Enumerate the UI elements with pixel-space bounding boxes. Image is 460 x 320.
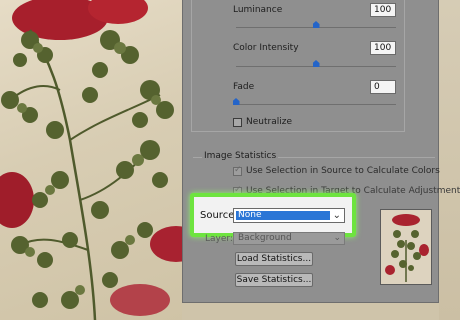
save-statistics-button[interactable]: Save Statistics... (235, 273, 313, 287)
load-statistics-button[interactable]: Load Statistics... (235, 252, 313, 266)
dialog-bottom-edge (182, 303, 439, 320)
source-preview-thumbnail (380, 209, 432, 285)
layer-dropdown[interactable]: Background ⌄ (233, 232, 345, 245)
use-selection-source-label: Use Selection in Source to Calculate Col… (246, 166, 440, 176)
chevron-down-icon: ⌄ (333, 233, 341, 243)
neutralize-label: Neutralize (246, 117, 292, 127)
fade-label: Fade (233, 82, 255, 92)
luminance-label: Luminance (233, 5, 283, 15)
thumbnail-image (381, 210, 431, 284)
layer-selected-value: Background (238, 233, 292, 243)
luminance-input[interactable]: 100 (370, 3, 396, 17)
image-statistics-title: Image Statistics (202, 151, 279, 161)
neutralize-checkbox[interactable] (233, 118, 242, 127)
use-selection-source-checkbox[interactable] (233, 165, 242, 176)
color-intensity-input[interactable]: 100 (370, 41, 396, 55)
fade-slider-track[interactable] (236, 104, 396, 105)
source-selected-value: None (236, 211, 330, 220)
pressed-flower-photo (0, 0, 190, 320)
layer-label: Layer: (205, 234, 233, 244)
chevron-down-icon: ⌄ (332, 210, 341, 221)
source-dropdown[interactable]: None ⌄ (233, 208, 345, 223)
color-intensity-label: Color Intensity (233, 43, 299, 53)
flower-artwork (0, 0, 190, 320)
photo-edge (436, 0, 460, 320)
fade-input[interactable]: 0 (370, 80, 396, 94)
